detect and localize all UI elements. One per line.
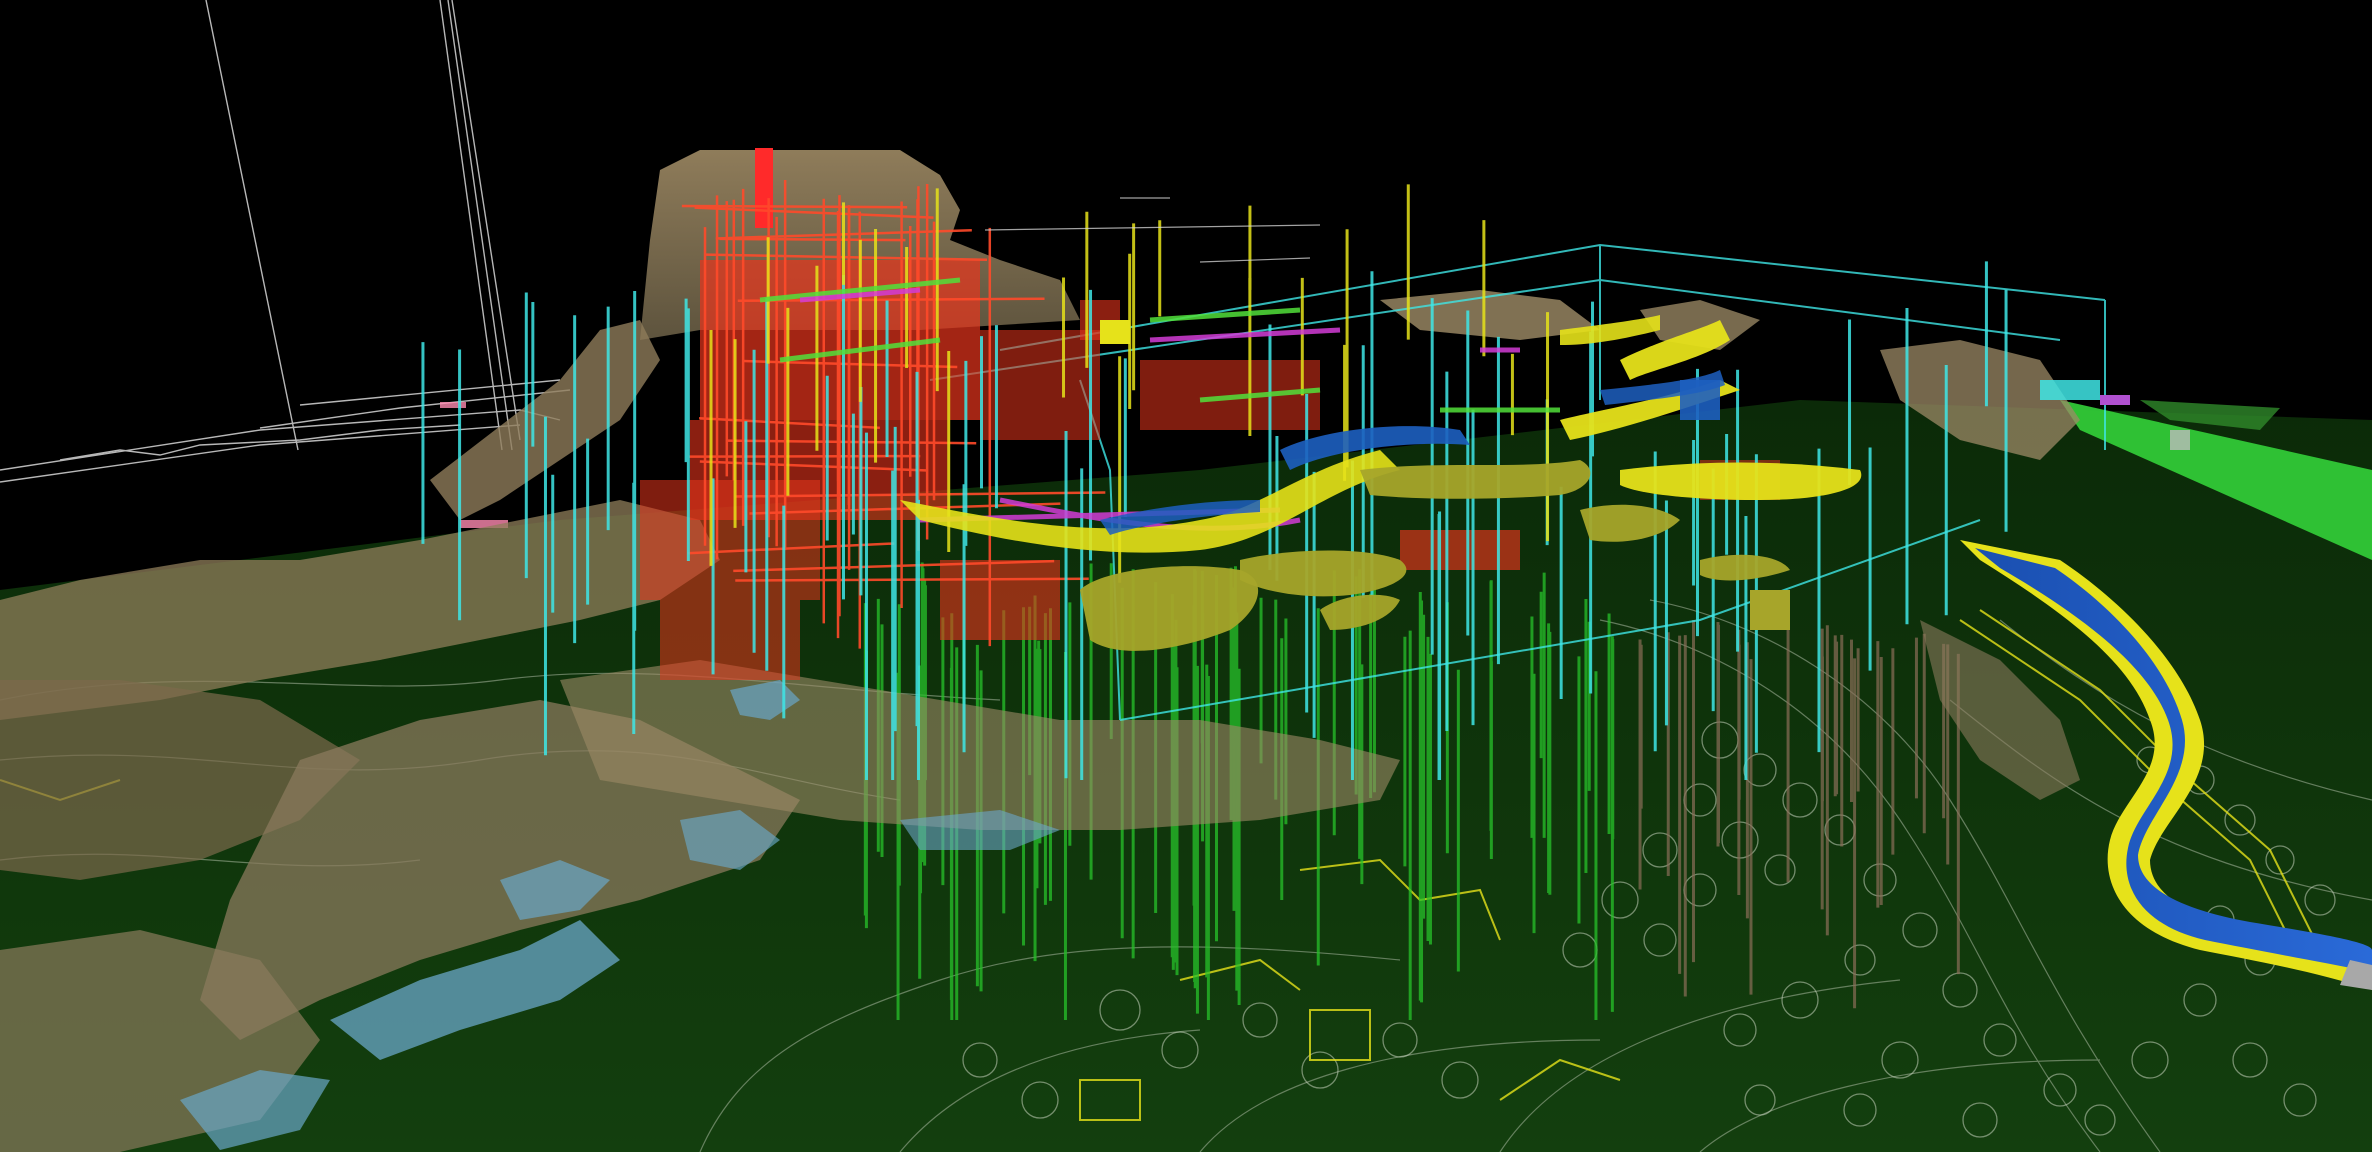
- model-viewport[interactable]: [0, 0, 2372, 1152]
- scene-canvas[interactable]: [0, 0, 2372, 1152]
- steel-beam: [681, 204, 908, 209]
- steel-beam: [735, 577, 1089, 582]
- steel-beam: [719, 237, 906, 242]
- cad-marker: [440, 402, 466, 408]
